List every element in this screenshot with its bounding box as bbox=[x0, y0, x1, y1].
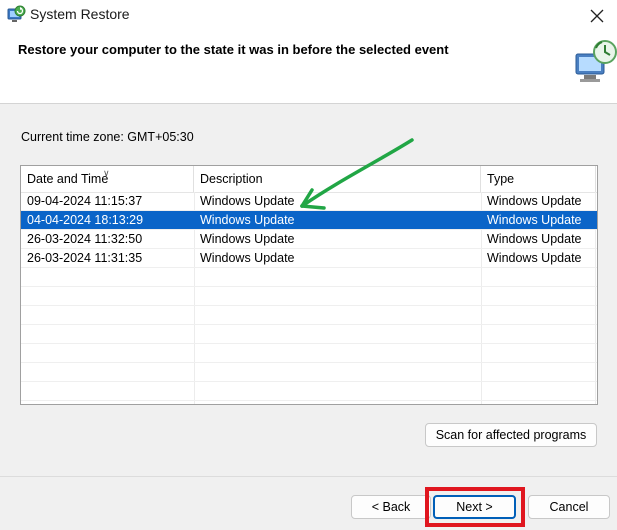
footer-divider bbox=[0, 476, 617, 477]
cell-description: Windows Update bbox=[200, 251, 295, 265]
computer-restore-icon bbox=[575, 40, 617, 82]
empty-row bbox=[21, 306, 597, 325]
cell-description: Windows Update bbox=[200, 194, 295, 208]
table-row[interactable]: 09-04-2024 11:15:37 Windows Update Windo… bbox=[21, 192, 597, 211]
cell-type: Windows Update bbox=[487, 251, 582, 265]
wizard-header: Restore your computer to the state it wa… bbox=[0, 31, 617, 104]
sort-down-icon: ∨ bbox=[103, 168, 110, 178]
table-row[interactable]: 26-03-2024 11:32:50 Windows Update Windo… bbox=[21, 230, 597, 249]
empty-row bbox=[21, 382, 597, 401]
title-bar: System Restore bbox=[0, 0, 617, 31]
cell-date: 04-04-2024 18:13:29 bbox=[27, 213, 144, 227]
cell-type: Windows Update bbox=[487, 213, 582, 227]
close-icon bbox=[590, 9, 604, 22]
column-label-type: Type bbox=[487, 172, 515, 186]
empty-row bbox=[21, 344, 597, 363]
cell-date: 26-03-2024 11:31:35 bbox=[27, 251, 143, 265]
column-header-type[interactable]: Type bbox=[481, 166, 596, 192]
header-text: Restore your computer to the state it wa… bbox=[18, 42, 449, 57]
column-label-date: Date and Time bbox=[27, 172, 109, 186]
empty-row bbox=[21, 363, 597, 382]
system-restore-icon bbox=[7, 5, 26, 22]
cell-date: 26-03-2024 11:32:50 bbox=[27, 232, 143, 246]
empty-row bbox=[21, 268, 597, 287]
empty-row bbox=[21, 287, 597, 306]
back-button[interactable]: < Back bbox=[351, 495, 431, 519]
scan-affected-programs-button[interactable]: Scan for affected programs bbox=[425, 423, 597, 447]
window-title: System Restore bbox=[30, 6, 130, 22]
restore-point-list[interactable]: Date and Time ∨ Description Type 09-04-2… bbox=[20, 165, 598, 405]
empty-row bbox=[21, 325, 597, 344]
table-row-selected[interactable]: 04-04-2024 18:13:29 Windows Update Windo… bbox=[21, 211, 597, 230]
column-header-date[interactable]: Date and Time ∨ bbox=[21, 166, 194, 192]
timezone-label: Current time zone: GMT+05:30 bbox=[21, 130, 194, 144]
cell-description: Windows Update bbox=[200, 213, 295, 227]
cell-type: Windows Update bbox=[487, 194, 582, 208]
column-label-description: Description bbox=[200, 172, 263, 186]
column-header-description[interactable]: Description bbox=[194, 166, 481, 192]
list-header: Date and Time ∨ Description Type bbox=[21, 166, 597, 193]
close-button[interactable] bbox=[577, 0, 617, 31]
cell-date: 09-04-2024 11:15:37 bbox=[27, 194, 143, 208]
cancel-button[interactable]: Cancel bbox=[528, 495, 610, 519]
highlight-box-annotation bbox=[425, 487, 525, 527]
table-row[interactable]: 26-03-2024 11:31:35 Windows Update Windo… bbox=[21, 249, 597, 268]
cell-description: Windows Update bbox=[200, 232, 295, 246]
cell-type: Windows Update bbox=[487, 232, 582, 246]
